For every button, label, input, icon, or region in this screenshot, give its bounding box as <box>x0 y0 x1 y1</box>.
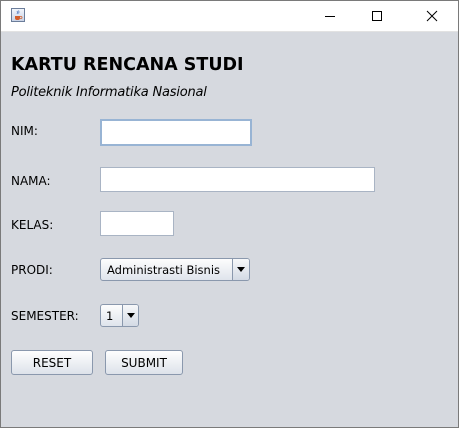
semester-label: SEMESTER: <box>11 309 79 323</box>
java-cup-icon <box>11 8 25 22</box>
close-button[interactable] <box>409 1 455 31</box>
kelas-field[interactable] <box>100 211 174 236</box>
chevron-down-icon <box>122 305 138 326</box>
nama-label: NAMA: <box>11 174 51 188</box>
maximize-button[interactable] <box>354 1 400 31</box>
prodi-dropdown[interactable]: Administrasti Bisnis <box>100 258 250 281</box>
title-bar[interactable] <box>1 1 458 32</box>
close-icon <box>426 10 438 22</box>
page-subtitle: Politeknik Informatika Nasional <box>11 85 207 100</box>
form-panel: KARTU RENCANA STUDI Politeknik Informati… <box>1 32 458 427</box>
nim-field[interactable] <box>100 119 252 146</box>
prodi-selected-value: Administrasti Bisnis <box>107 262 221 277</box>
nim-label: NIM: <box>11 124 38 138</box>
page-title: KARTU RENCANA STUDI <box>11 55 244 75</box>
semester-dropdown[interactable]: 1 <box>100 304 139 327</box>
nama-field[interactable] <box>100 167 375 192</box>
kelas-label: KELAS: <box>11 218 54 232</box>
minimize-icon <box>324 10 336 22</box>
prodi-label: PRODI: <box>11 263 53 277</box>
chevron-down-icon <box>232 259 249 280</box>
submit-button[interactable]: SUBMIT <box>105 350 183 375</box>
minimize-button[interactable] <box>307 1 353 31</box>
semester-selected-value: 1 <box>106 308 114 323</box>
app-window: KARTU RENCANA STUDI Politeknik Informati… <box>0 0 459 428</box>
reset-button[interactable]: RESET <box>11 350 93 375</box>
maximize-icon <box>371 10 383 22</box>
